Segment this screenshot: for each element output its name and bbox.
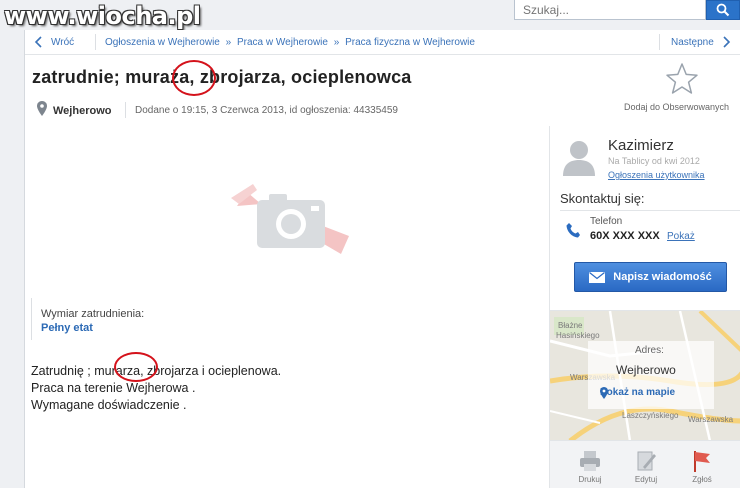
show-on-map-link[interactable]: Pokaż na mapie <box>600 387 676 399</box>
employment-section: Wymiar zatrudnienia: Pełny etat <box>31 298 231 340</box>
breadcrumb-item[interactable]: Ogłoszenia w Wejherowie <box>105 37 220 48</box>
breadcrumb: Ogłoszenia w Wejherowie » Praca w Wejher… <box>105 37 475 48</box>
action-label: Zgłoś <box>692 475 712 484</box>
next-link-label: Następne <box>671 36 714 48</box>
photo-placeholder <box>231 178 351 260</box>
search-icon <box>716 3 730 17</box>
breadcrumb-item[interactable]: Praca w Wejherowie <box>237 37 328 48</box>
divider <box>95 34 96 50</box>
next-link[interactable]: Następne <box>671 36 732 48</box>
back-link-label: Wróć <box>51 36 75 48</box>
edit-button[interactable]: Edytuj <box>626 449 666 484</box>
breadcrumb-separator: » <box>333 37 340 48</box>
phone-number: 60X XXX XXX <box>590 230 660 242</box>
listing-card: Wróć Ogłoszenia w Wejherowie » Praca w W… <box>24 30 740 488</box>
send-message-label: Napisz wiadomość <box>613 271 712 283</box>
breadcrumb-item[interactable]: Praca fizyczna w Wejherowie <box>345 37 475 48</box>
breadcrumb-separator: » <box>225 37 232 48</box>
action-label: Edytuj <box>634 475 658 484</box>
edit-icon <box>637 451 656 471</box>
site-watermark: www.wiocha.pl <box>4 2 201 30</box>
location-pin-icon <box>37 101 47 116</box>
seller-ads-link[interactable]: Ogłoszenia użytkownika <box>608 170 705 180</box>
listing-added-info: Dodane o 19:15, 3 Czerwca 2013, id ogłos… <box>135 105 398 116</box>
report-flag-icon <box>694 451 710 472</box>
employment-value: Pełny etat <box>41 322 93 334</box>
divider <box>659 34 660 50</box>
phone-icon <box>566 223 580 238</box>
send-message-button[interactable]: Napisz wiadomość <box>574 262 727 292</box>
print-button[interactable]: Drukuj <box>570 449 610 484</box>
listing-meta: Wejherowo Dodane o 19:15, 3 Czerwca 2013… <box>25 96 740 126</box>
address-label: Adres: <box>635 345 664 356</box>
location-map[interactable]: Błażne Hasińskiego Warszawska Warszawska… <box>550 310 740 440</box>
description-line: Wymagane doświadczenie . <box>31 398 187 412</box>
map-street-label: Hasińskiego <box>556 331 600 340</box>
avatar <box>563 141 595 176</box>
annotation-circle <box>172 60 216 96</box>
listing-city: Wejherowo <box>53 105 112 117</box>
chevron-left-icon <box>34 36 42 48</box>
report-button[interactable]: Zgłoś <box>682 449 722 484</box>
contact-heading: Skontaktuj się: <box>560 191 645 206</box>
divider <box>125 102 126 118</box>
star-icon <box>666 63 698 94</box>
annotation-circle <box>114 352 158 382</box>
divider <box>560 210 740 211</box>
breadcrumb-bar: Wróć Ogłoszenia w Wejherowie » Praca w W… <box>25 30 740 55</box>
listing-title: zatrudnie; muraża, zbrojarza, ocieplenow… <box>32 67 412 87</box>
description-line: Praca na terenie Wejherowa . <box>31 381 196 395</box>
map-pin-icon <box>600 387 608 399</box>
back-link[interactable]: Wróć <box>33 36 74 48</box>
map-street-label: Błażne <box>558 321 583 330</box>
employment-label: Wymiar zatrudnienia: <box>41 308 145 320</box>
show-on-map-label: Pokaż na mapie <box>600 387 676 398</box>
action-label: Drukuj <box>578 475 602 484</box>
listing-actions: Drukuj Edytuj Zgłoś <box>550 440 740 488</box>
camera-icon <box>231 184 349 254</box>
envelope-icon <box>589 271 606 283</box>
map-street-label: Laszczyńskiego <box>622 411 679 420</box>
printer-icon <box>580 451 600 471</box>
chevron-right-icon <box>723 36 730 48</box>
show-phone-link[interactable]: Pokaż <box>667 231 695 242</box>
phone-label: Telefon <box>590 216 623 227</box>
search-button[interactable] <box>706 0 740 20</box>
map-street-label: Warszawska <box>688 415 734 424</box>
seller-name: Kazimierz <box>608 137 674 154</box>
search-input[interactable] <box>514 0 706 20</box>
seller-since: Na Tablicy od kwi 2012 <box>608 156 700 166</box>
top-bar: www.wiocha.pl <box>0 0 740 30</box>
seller-sidebar: Kazimierz Na Tablicy od kwi 2012 Ogłosze… <box>549 126 740 488</box>
observe-button[interactable] <box>665 62 699 96</box>
address-city: Wejherowo <box>616 363 676 377</box>
